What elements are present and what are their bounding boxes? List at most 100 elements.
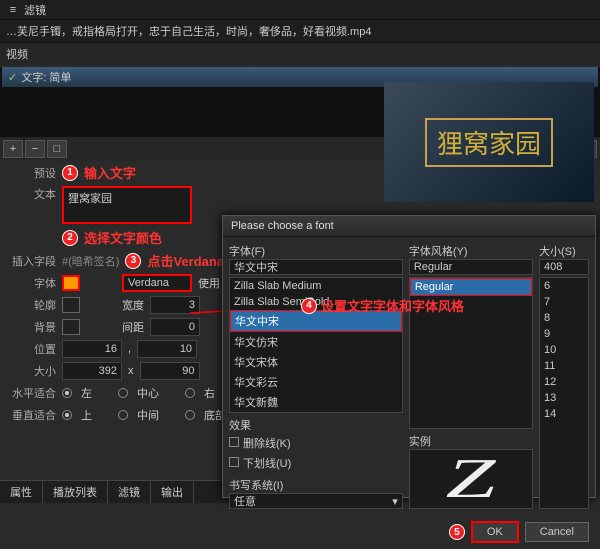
position-sep: , [128, 343, 131, 355]
size-list-label: 大小(S) [539, 243, 589, 259]
filename-text: …芙尼手镯，戒指格局打开，忠于自己生活，时尚，奢侈品，好看视频.mp4 [6, 26, 371, 38]
effects-label: 效果 [229, 417, 403, 433]
anno-2: 选择文字颜色 [84, 228, 162, 247]
position-y-input[interactable]: 10 [137, 340, 197, 358]
vfit-label: 垂直适合 [6, 407, 56, 423]
position-x-input[interactable]: 16 [62, 340, 122, 358]
insert-field-value[interactable]: #(暗希签名) [62, 253, 119, 269]
size-item[interactable]: 12 [540, 374, 588, 390]
section-video: 视频 [0, 43, 600, 65]
font-item[interactable]: 华文新魏 [230, 392, 402, 412]
panel-title: 滤镜 [24, 2, 46, 18]
font-item[interactable]: 华文仿宋 [230, 332, 402, 352]
minus-icon: − [32, 143, 38, 155]
remove-button[interactable]: − [25, 140, 45, 158]
dialog-title: Please choose a font [223, 216, 595, 237]
hfit-center-label: 中心 [137, 385, 159, 401]
outline-color-swatch[interactable] [62, 297, 80, 313]
text-label: 文本 [6, 186, 56, 202]
size-item[interactable]: 9 [540, 326, 588, 342]
vfit-bottom-radio[interactable] [185, 410, 195, 420]
size-list[interactable]: 6 7 8 9 10 11 12 13 14 [539, 277, 589, 509]
size-h-input[interactable]: 90 [140, 362, 200, 380]
font-name-value: Verdana [128, 277, 169, 289]
style-input[interactable]: Regular [409, 259, 533, 275]
style-item-selected[interactable]: Regular [410, 278, 532, 296]
hfit-right-radio[interactable] [185, 388, 195, 398]
badge-5: 5 [449, 524, 465, 540]
ok-button[interactable]: OK [471, 521, 519, 543]
outline-label: 轮廓 [6, 297, 56, 313]
cancel-button[interactable]: Cancel [525, 522, 589, 542]
preview-text: 狸窝家园 [425, 118, 553, 167]
tab-playlist[interactable]: 播放列表 [43, 481, 108, 503]
badge-4: 4 [301, 298, 317, 314]
writing-select[interactable]: 任意▾ [229, 493, 403, 509]
size-item[interactable]: 11 [540, 358, 588, 374]
background-label: 背景 [6, 319, 56, 335]
position-label: 位置 [6, 341, 56, 357]
outline-width-label: 宽度 [122, 297, 144, 313]
strike-label: 删除线(K) [243, 438, 291, 450]
style-input-value: Regular [414, 261, 453, 273]
tab-output[interactable]: 输出 [151, 481, 194, 503]
size-column: 大小(S) 408 6 7 8 9 10 11 12 13 14 [539, 243, 589, 509]
vfit-top-radio[interactable] [62, 410, 72, 420]
anno-3: 点击Verdana [147, 251, 224, 270]
font-item[interactable]: 华文彩云 [230, 372, 402, 392]
background-gap-label: 间距 [122, 319, 144, 335]
size-item[interactable]: 6 [540, 278, 588, 294]
font-item[interactable]: 华文宋体 [230, 352, 402, 372]
outline-width-value: 3 [189, 299, 195, 311]
dialog-footer: 5 OK Cancel [223, 515, 595, 549]
font-input-value: 华文中宋 [234, 259, 278, 275]
size-item[interactable]: 14 [540, 406, 588, 422]
size-item[interactable]: 7 [540, 294, 588, 310]
font-color-swatch[interactable] [62, 275, 80, 291]
copy-button[interactable]: □ [47, 140, 67, 158]
writing-label: 书写系统(I) [229, 477, 403, 493]
section-video-label: 视频 [6, 49, 28, 61]
titlebar: ≡ 滤镜 [0, 0, 600, 20]
size-item[interactable]: 13 [540, 390, 588, 406]
sample-label: 实例 [409, 433, 533, 449]
font-usage-label: 使用 [198, 275, 220, 291]
size-input-value: 408 [544, 261, 562, 273]
hfit-center-radio[interactable] [118, 388, 128, 398]
background-color-swatch[interactable] [62, 319, 80, 335]
size-w-value: 392 [99, 365, 117, 377]
size-w-input[interactable]: 392 [62, 362, 122, 380]
check-icon: ✓ [8, 71, 17, 84]
tab-output-label: 输出 [161, 487, 183, 499]
vfit-middle-label: 中间 [137, 407, 159, 423]
text-input-value: 狸窝家园 [68, 190, 112, 206]
anno-4: 设置文字字体和字体风格 [321, 296, 464, 315]
hfit-left-radio[interactable] [62, 388, 72, 398]
size-item[interactable]: 8 [540, 310, 588, 326]
outline-width-input[interactable]: 3 [150, 296, 200, 314]
underline-checkbox[interactable] [229, 457, 239, 467]
vfit-top-label: 上 [81, 407, 92, 423]
font-dialog: Please choose a font 字体(F) 华文中宋 搜索 Zilla… [222, 215, 596, 498]
strike-checkbox[interactable] [229, 437, 239, 447]
background-gap-input[interactable]: 0 [150, 318, 200, 336]
vfit-middle-radio[interactable] [118, 410, 128, 420]
menu-icon[interactable]: ≡ [6, 3, 20, 17]
font-input[interactable]: 华文中宋 [229, 259, 403, 275]
tab-filters[interactable]: 滤镜 [108, 481, 151, 503]
font-item[interactable]: Zilla Slab Medium [230, 278, 402, 294]
add-button[interactable]: + [3, 140, 23, 158]
insert-field-label: 插入字段 [6, 253, 56, 269]
style-list-label: 字体风格(Y) [409, 243, 533, 259]
font-name-button[interactable]: Verdana [122, 274, 192, 292]
size-h-value: 90 [182, 365, 194, 377]
background-gap-value: 0 [189, 321, 195, 333]
text-input[interactable]: 狸窝家园 [62, 186, 192, 224]
badge-3: 3 [125, 253, 141, 269]
size-input[interactable]: 408 [539, 259, 589, 275]
track-item-label: 文字: 简单 [21, 69, 71, 85]
size-item[interactable]: 10 [540, 342, 588, 358]
sample-glyph: Z [446, 449, 496, 509]
tab-properties[interactable]: 属性 [0, 481, 43, 503]
tab-filters-label: 滤镜 [118, 487, 140, 499]
